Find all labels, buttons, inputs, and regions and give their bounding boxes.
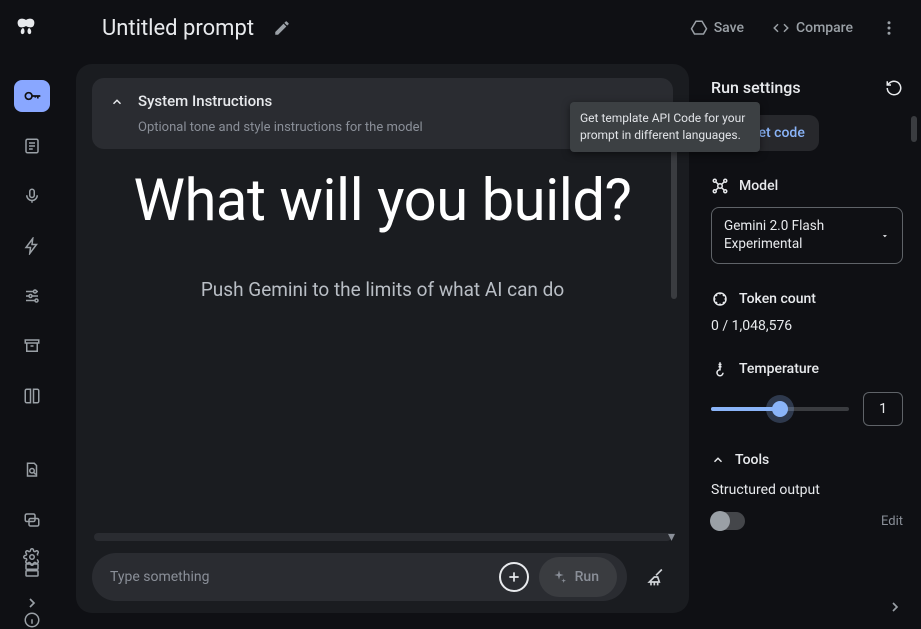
chevron-down-icon[interactable]: ▾ <box>668 529 675 545</box>
hero-title: What will you build? <box>134 169 632 234</box>
app-header: Untitled prompt Save Compare <box>0 0 921 56</box>
nav-doc-search-item[interactable] <box>14 454 50 486</box>
caret-down-icon <box>880 230 890 242</box>
chevron-up-icon <box>110 95 124 109</box>
left-nav-rail <box>0 56 64 629</box>
doc-search-icon <box>23 461 41 479</box>
structured-output-edit[interactable]: Edit <box>881 514 903 529</box>
drive-icon <box>690 19 708 37</box>
archive-icon <box>23 337 41 355</box>
nav-mic-item[interactable] <box>14 180 50 212</box>
kebab-icon <box>880 19 898 37</box>
notes-icon <box>23 137 41 155</box>
collapse-toggle[interactable] <box>110 95 124 109</box>
tooltip-text: Get template API Code for your prompt in… <box>580 111 745 142</box>
chats-icon <box>23 511 41 529</box>
add-attachment-button[interactable] <box>499 562 529 592</box>
temperature-slider[interactable] <box>711 407 849 411</box>
butterfly-icon <box>14 16 38 40</box>
structured-output-toggle[interactable] <box>711 512 745 530</box>
reset-button[interactable] <box>885 79 903 97</box>
slider-thumb[interactable] <box>772 401 788 417</box>
nav-bolt-item[interactable] <box>14 230 50 262</box>
compare-label: Compare <box>796 20 853 36</box>
model-label: Model <box>739 178 778 194</box>
nav-archive-item[interactable] <box>14 330 50 362</box>
plus-icon <box>506 569 522 585</box>
token-icon <box>711 290 729 308</box>
bolt-icon <box>23 237 41 255</box>
token-count-value: 0 / 1,048,576 <box>711 318 903 334</box>
prompt-placeholder: Type something <box>110 569 489 585</box>
key-icon <box>22 86 42 106</box>
structured-output-label: Structured output <box>711 482 903 498</box>
compare-button[interactable]: Compare <box>764 13 861 43</box>
chevron-right-icon <box>24 595 40 611</box>
hero-subtitle: Push Gemini to the limits of what AI can… <box>201 278 564 301</box>
pencil-icon <box>273 19 291 37</box>
mic-icon <box>23 187 41 205</box>
chevron-right-icon <box>887 599 903 615</box>
refresh-icon <box>885 79 903 97</box>
nav-notes-item[interactable] <box>14 130 50 162</box>
save-button[interactable]: Save <box>682 13 752 43</box>
temperature-label: Temperature <box>739 361 819 377</box>
divider-bar: ▾ <box>94 533 671 541</box>
tools-label: Tools <box>735 452 769 468</box>
slider-fill <box>711 407 780 411</box>
book-icon <box>23 387 41 405</box>
prompt-input[interactable]: Type something Run <box>92 553 627 601</box>
compare-icon <box>772 19 790 37</box>
system-instructions-subtitle: Optional tone and style instructions for… <box>138 120 423 135</box>
system-instructions-title: System Instructions <box>138 92 423 110</box>
run-button[interactable]: Run <box>539 557 617 597</box>
getcode-tooltip: Get template API Code for your prompt in… <box>570 102 760 152</box>
main-panel: System Instructions Optional tone and st… <box>64 56 689 629</box>
scrollbar-thumb[interactable] <box>911 116 917 142</box>
nav-key-item[interactable] <box>14 80 50 112</box>
hero-area: What will you build? Push Gemini to the … <box>92 149 673 525</box>
run-settings-title: Run settings <box>711 78 801 97</box>
edit-title-button[interactable] <box>266 12 298 44</box>
nav-tune-item[interactable] <box>14 280 50 312</box>
clean-button[interactable] <box>639 567 673 587</box>
more-menu-button[interactable] <box>873 12 905 44</box>
run-label: Run <box>575 569 599 585</box>
gear-icon <box>23 548 41 566</box>
rail-expand-button[interactable] <box>14 587 50 619</box>
app-logo[interactable] <box>12 14 40 42</box>
toggle-knob <box>710 511 730 531</box>
nav-settings-item[interactable] <box>14 541 50 573</box>
broom-icon <box>646 567 666 587</box>
temperature-value[interactable]: 1 <box>863 392 903 426</box>
model-icon <box>711 177 729 195</box>
save-label: Save <box>714 20 744 36</box>
chevron-up-icon[interactable] <box>711 453 725 467</box>
token-count-label: Token count <box>739 291 816 307</box>
thermometer-icon <box>711 360 729 378</box>
tune-icon <box>23 287 41 305</box>
model-value: Gemini 2.0 Flash Experimental <box>724 218 872 253</box>
sparkle-icon <box>551 569 567 585</box>
right-panel-collapse[interactable] <box>887 599 903 615</box>
scrollbar-thumb[interactable] <box>671 149 677 299</box>
model-selector[interactable]: Gemini 2.0 Flash Experimental <box>711 207 903 264</box>
nav-chats-item[interactable] <box>14 504 50 536</box>
nav-book-item[interactable] <box>14 380 50 412</box>
page-title: Untitled prompt <box>102 16 254 41</box>
